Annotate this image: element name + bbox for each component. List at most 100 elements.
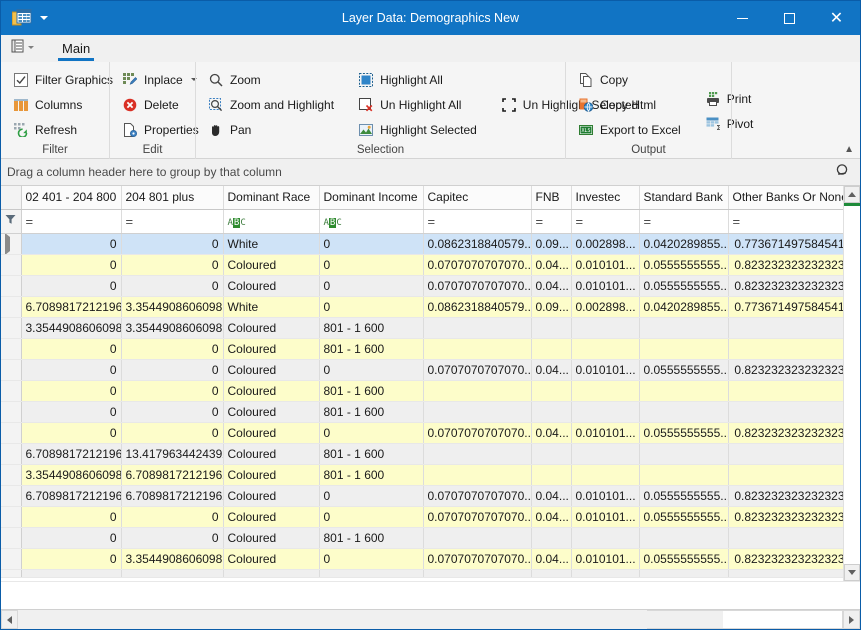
table-cell[interactable]: 0.04...: [531, 485, 572, 507]
scroll-up-button[interactable]: [844, 186, 860, 203]
table-cell[interactable]: 3.35449086060981: [21, 317, 122, 339]
row-indicator-cell[interactable]: [1, 443, 22, 465]
vertical-scroll-track[interactable]: [844, 203, 860, 564]
table-cell[interactable]: 0.823232323232323: [728, 422, 843, 444]
row-indicator-cell[interactable]: [1, 317, 22, 339]
table-cell[interactable]: [728, 401, 843, 423]
row-indicator-cell[interactable]: [1, 422, 22, 444]
table-cell[interactable]: 0.0707070707070...: [423, 506, 532, 528]
table-cell[interactable]: 0.0862318840579...: [423, 233, 532, 255]
table-cell[interactable]: 0: [21, 254, 122, 276]
table-cell[interactable]: 0: [121, 527, 224, 549]
table-cell[interactable]: [639, 401, 729, 423]
table-cell[interactable]: 0.010101...: [571, 359, 640, 381]
table-cell[interactable]: 0.09...: [531, 233, 572, 255]
table-cell[interactable]: 0: [21, 548, 122, 570]
table-cell[interactable]: [571, 464, 640, 486]
table-cell[interactable]: 0.823232323232323: [728, 485, 843, 507]
table-row[interactable]: 3.35449086060981 3.35449086060981 Coloured…: [1, 317, 843, 339]
row-indicator-cell[interactable]: [1, 275, 22, 297]
table-cell[interactable]: 0.0555555555...: [639, 485, 729, 507]
vertical-scrollbar[interactable]: [843, 186, 860, 581]
table-cell[interactable]: 801 - 1 600: [319, 317, 424, 339]
table-cell[interactable]: 13.4179634424392: [121, 443, 224, 465]
table-cell[interactable]: 0: [319, 548, 424, 570]
table-cell[interactable]: 0.04...: [531, 506, 572, 528]
table-row[interactable]: 0 0 Coloured 801 - 1 600: [1, 401, 843, 423]
vertical-scroll-thumb[interactable]: [844, 203, 860, 206]
table-cell[interactable]: 0: [121, 275, 224, 297]
row-indicator-cell[interactable]: [1, 296, 22, 318]
table-cell[interactable]: 0: [319, 485, 424, 507]
table-row[interactable]: 0 0 White 0 0.0862318840579... 0.09... 0.00289…: [1, 233, 843, 255]
table-cell[interactable]: Coloured: [223, 548, 320, 570]
table-cell[interactable]: 0.0862318840579...: [423, 296, 532, 318]
table-cell[interactable]: 0.823232323232323: [728, 254, 843, 276]
table-cell[interactable]: [639, 338, 729, 360]
table-cell[interactable]: Coloured: [223, 527, 320, 549]
table-cell[interactable]: 0.010101...: [571, 254, 640, 276]
maximize-button[interactable]: [766, 1, 813, 35]
table-cell[interactable]: 0.0555555555...: [639, 275, 729, 297]
highlight-all-button[interactable]: Highlight All: [352, 67, 483, 92]
inplace-button[interactable]: Inplace: [116, 67, 205, 92]
table-cell[interactable]: 0.002898...: [571, 233, 640, 255]
chevron-up-icon[interactable]: ▲: [844, 144, 854, 155]
table-cell[interactable]: [423, 317, 532, 339]
properties-button[interactable]: Properties: [116, 117, 205, 142]
table-cell[interactable]: Coloured: [223, 506, 320, 528]
table-row[interactable]: 6.70898172121962 6.70898172121962 Coloured…: [1, 485, 843, 507]
table-cell[interactable]: 0: [319, 254, 424, 276]
grid-column-header[interactable]: Dominant Income: [319, 186, 424, 210]
grid-filter-cell[interactable]: ABC: [223, 209, 320, 234]
table-cell[interactable]: 0.09...: [531, 296, 572, 318]
table-row-partial[interactable]: [1, 569, 843, 578]
copy-button[interactable]: Copy: [572, 67, 687, 92]
table-cell[interactable]: 0.010101...: [571, 422, 640, 444]
table-cell[interactable]: 0: [121, 506, 224, 528]
table-cell[interactable]: [571, 338, 640, 360]
table-cell[interactable]: [423, 527, 532, 549]
table-row[interactable]: 3.35449086060981 6.70898172121962 Coloured…: [1, 464, 843, 486]
table-cell[interactable]: 0.823232323232323: [728, 506, 843, 528]
table-cell[interactable]: 0: [319, 506, 424, 528]
scroll-down-button[interactable]: [844, 564, 860, 581]
table-cell[interactable]: [728, 443, 843, 465]
table-cell[interactable]: 0.0420289855...: [639, 296, 729, 318]
row-indicator-cell[interactable]: [1, 338, 22, 360]
table-cell[interactable]: 0: [319, 275, 424, 297]
table-cell[interactable]: 0.002898...: [571, 296, 640, 318]
table-cell[interactable]: 0: [319, 422, 424, 444]
table-row[interactable]: 6.70898172121962 3.35449086060981 White 0 0.…: [1, 296, 843, 318]
table-cell[interactable]: 0.0707070707070...: [423, 359, 532, 381]
table-row[interactable]: 0 0 Coloured 801 - 1 600: [1, 338, 843, 360]
table-cell[interactable]: 801 - 1 600: [319, 527, 424, 549]
grid-filter-cell[interactable]: =: [571, 209, 640, 234]
highlight-selected-button[interactable]: Highlight Selected: [352, 117, 483, 142]
table-cell[interactable]: [423, 464, 532, 486]
row-indicator-cell[interactable]: [1, 527, 22, 549]
grid-filter-cell[interactable]: =: [21, 209, 122, 234]
horizontal-scroll-track[interactable]: [18, 610, 723, 629]
table-cell[interactable]: 6.70898172121962: [21, 485, 122, 507]
table-cell[interactable]: 0: [21, 527, 122, 549]
table-row[interactable]: 0 0 Coloured 801 - 1 600: [1, 380, 843, 402]
table-cell[interactable]: [531, 338, 572, 360]
table-cell[interactable]: [728, 527, 843, 549]
table-cell[interactable]: [639, 527, 729, 549]
table-cell[interactable]: 0: [21, 506, 122, 528]
grid-filter-cell[interactable]: =: [639, 209, 729, 234]
table-cell[interactable]: 0.04...: [531, 254, 572, 276]
grid-column-header[interactable]: Standard Bank: [639, 186, 729, 210]
table-cell[interactable]: 3.35449086060981: [121, 317, 224, 339]
table-cell[interactable]: [571, 443, 640, 465]
table-cell[interactable]: [531, 380, 572, 402]
table-cell[interactable]: White: [223, 296, 320, 318]
tab-main[interactable]: Main: [52, 35, 100, 61]
table-cell[interactable]: 0.0707070707070...: [423, 548, 532, 570]
grid-column-header[interactable]: 02 401 - 204 800: [21, 186, 122, 210]
scroll-left-button[interactable]: [1, 610, 18, 629]
table-row[interactable]: 0 0 Coloured 801 - 1 600: [1, 527, 843, 549]
grid-filter-cell[interactable]: =: [423, 209, 532, 234]
table-cell[interactable]: 0.0707070707070...: [423, 422, 532, 444]
